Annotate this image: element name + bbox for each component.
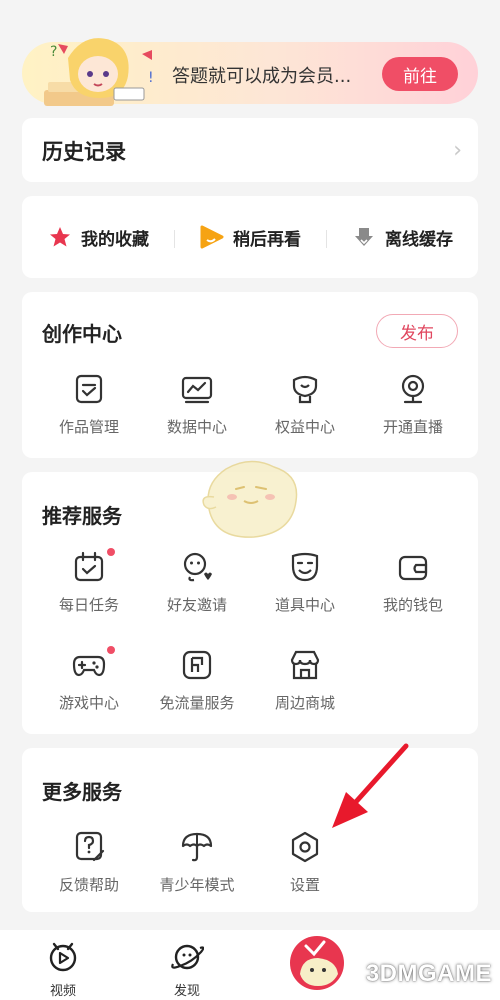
create-center-card: 创作中心 发布 作品管理 数据中心 权益中心 开通直播: [22, 292, 478, 458]
quick-item-label: 离线缓存: [385, 229, 453, 250]
grid-label: 周边商城: [274, 694, 335, 712]
quick-item-favorites[interactable]: 我的收藏: [22, 224, 174, 250]
service-feedback-help[interactable]: 反馈帮助: [34, 830, 144, 900]
grid-label: 道具中心: [274, 596, 335, 614]
service-daily-tasks[interactable]: 每日任务: [34, 548, 144, 620]
mascot-sticker-illustration: [202, 460, 298, 538]
wallet-icon: [398, 555, 428, 581]
grid-label: 我的钱包: [382, 596, 443, 614]
gamepad-icon: [72, 655, 106, 677]
calendar-check-icon: [74, 551, 104, 582]
quick-item-watch-later[interactable]: 稍后再看: [174, 224, 326, 250]
annotation-arrow-icon: [332, 743, 409, 828]
webcam-icon: [401, 374, 425, 404]
umbrella-icon: [181, 832, 213, 862]
grid-label: 每日任务: [58, 596, 119, 614]
grid-label: 开通直播: [382, 418, 443, 436]
member-quiz-banner[interactable]: ? ! 答题就可以成为会员... 前往: [22, 38, 478, 106]
download-icon: [351, 224, 377, 250]
grid-label: 青少年模式: [159, 876, 235, 894]
create-item-benefits[interactable]: 权益中心: [250, 372, 360, 442]
grid-label: 权益中心: [274, 418, 335, 436]
mask-icon: [291, 552, 319, 582]
service-props-center[interactable]: 道具中心: [250, 550, 360, 620]
quick-links-card: 我的收藏 稍后再看 离线缓存: [22, 196, 478, 278]
notification-dot: [107, 548, 115, 556]
grid-label: 作品管理: [58, 418, 119, 436]
service-free-data[interactable]: 免流量服务: [142, 648, 252, 718]
store-icon: [290, 650, 320, 680]
video-tab-icon: [49, 942, 77, 972]
create-center-title: 创作中心: [42, 322, 122, 346]
service-teen-mode[interactable]: 青少年模式: [142, 830, 252, 900]
nav-label: 视频: [49, 984, 76, 999]
grid-label: 游戏中心: [58, 694, 119, 712]
quick-item-offline-cache[interactable]: 离线缓存: [326, 224, 478, 250]
grid-label: 好友邀请: [166, 596, 227, 614]
grid-label: 免流量服务: [159, 694, 235, 712]
nav-tab-discover[interactable]: 发现: [152, 938, 222, 999]
banner-go-button[interactable]: 前往: [382, 57, 458, 91]
grid-label: 数据中心: [166, 418, 227, 436]
friend-invite-icon: [183, 552, 212, 582]
data-center-icon: [181, 376, 213, 404]
mascot-girl-illustration: ? !: [44, 38, 154, 106]
quick-item-label: 稍后再看: [233, 229, 301, 250]
grid-label: 设置: [289, 876, 320, 894]
service-merch-store[interactable]: 周边商城: [250, 648, 360, 718]
settings-hexagon-icon: [291, 831, 319, 863]
planet-icon: [171, 944, 204, 970]
service-game-center[interactable]: 游戏中心: [34, 646, 144, 718]
banner-text: 答题就可以成为会员...: [172, 66, 352, 87]
grid-label: 反馈帮助: [58, 876, 119, 894]
svg-text:!: !: [148, 70, 154, 86]
notification-dot: [107, 646, 115, 654]
nav-tab-mine[interactable]: [280, 936, 350, 998]
create-item-works[interactable]: 作品管理: [34, 372, 144, 442]
avatar-mascot-icon: [290, 936, 344, 990]
publish-button[interactable]: 发布: [376, 314, 458, 348]
more-services-title: 更多服务: [42, 780, 122, 804]
nav-label: 发现: [173, 984, 200, 999]
history-title: 历史记录: [42, 140, 126, 164]
chevron-right-icon: ›: [453, 138, 462, 163]
create-item-live[interactable]: 开通直播: [358, 372, 468, 442]
play-later-icon: [199, 224, 225, 250]
nav-tab-video[interactable]: 视频: [28, 938, 98, 999]
create-item-data[interactable]: 数据中心: [142, 372, 252, 442]
works-manage-icon: [75, 374, 103, 404]
watermark-logo: 3DMGAME: [365, 960, 492, 987]
sim-card-icon: [182, 650, 212, 680]
recommended-title: 推荐服务: [42, 504, 122, 528]
svg-text:?: ?: [50, 44, 57, 60]
feedback-help-icon: [75, 831, 105, 862]
service-friend-invite[interactable]: 好友邀请: [142, 550, 252, 620]
benefits-icon: [292, 375, 318, 404]
star-icon: [47, 224, 73, 250]
history-row[interactable]: 历史记录 ›: [22, 118, 478, 182]
quick-item-label: 我的收藏: [81, 229, 149, 250]
service-wallet[interactable]: 我的钱包: [358, 550, 468, 620]
